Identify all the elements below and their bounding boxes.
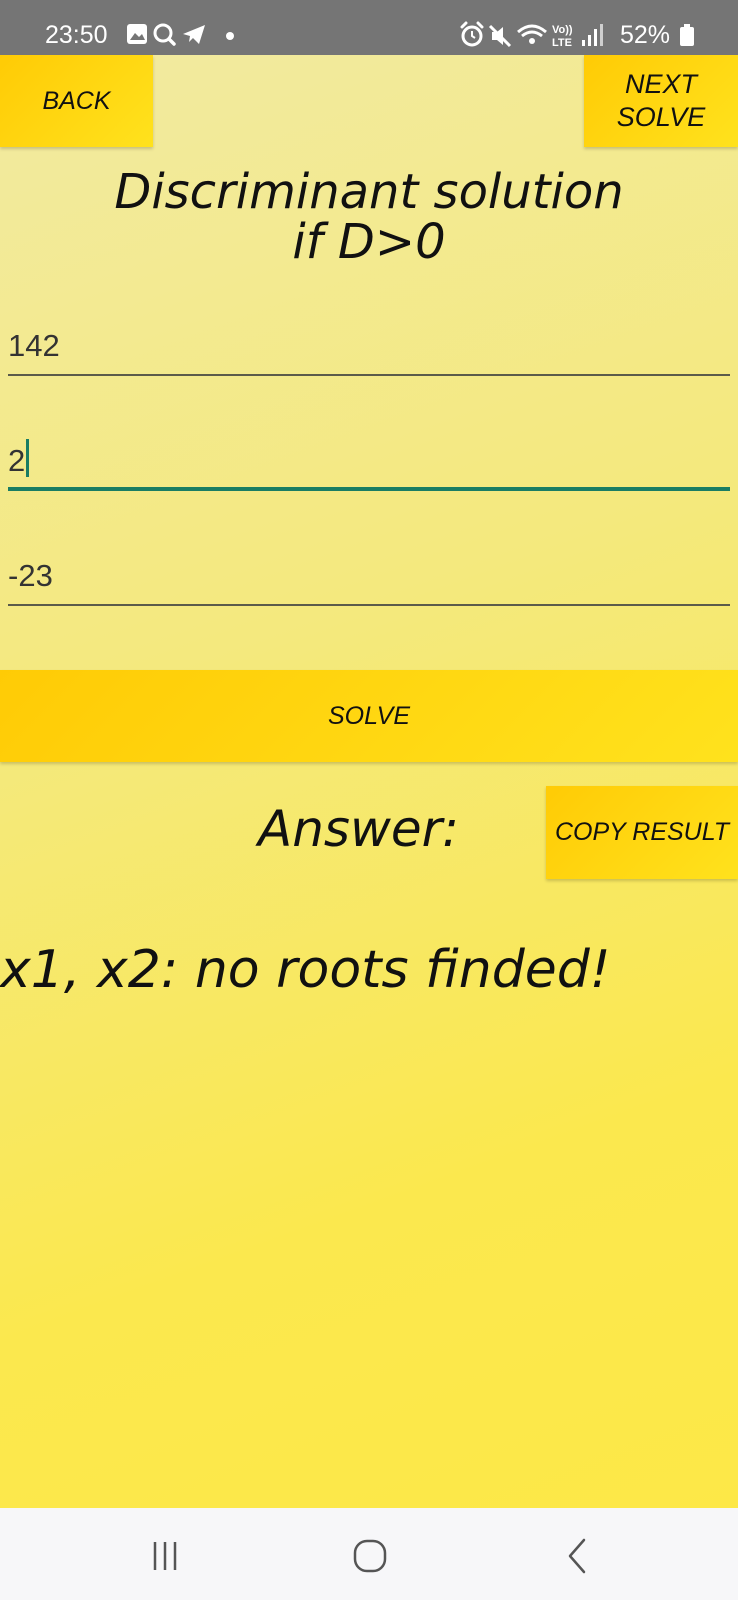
image-icon	[127, 24, 147, 44]
coefficient-b-value: 2	[8, 443, 26, 478]
wifi-icon	[517, 24, 547, 44]
home-icon[interactable]	[350, 1536, 390, 1576]
battery-percent: 52%	[620, 21, 671, 49]
page-title-line2: if D>0	[292, 214, 446, 270]
back-icon[interactable]	[558, 1536, 598, 1576]
signal-icon	[582, 24, 603, 46]
recent-apps-icon[interactable]	[145, 1536, 185, 1576]
mute-icon	[488, 24, 512, 48]
svg-text:Vo)): Vo))	[552, 24, 573, 36]
field-underline	[8, 604, 730, 606]
next-label-line2: SOLVE	[616, 102, 706, 132]
coefficient-c-input[interactable]: -23	[8, 546, 730, 606]
back-button[interactable]: BACK	[0, 55, 153, 147]
next-solve-button[interactable]: NEXT SOLVE	[584, 55, 738, 147]
solve-button-label: SOLVE	[328, 701, 410, 730]
next-label-line1: NEXT	[624, 69, 697, 99]
answer-label: Answer:	[258, 800, 460, 858]
coefficient-b-input[interactable]: 2	[8, 431, 730, 491]
copy-result-button[interactable]: COPY RESULT	[546, 786, 738, 879]
solve-button[interactable]: SOLVE	[0, 670, 738, 762]
alarm-icon	[460, 21, 484, 47]
status-left-icons	[127, 23, 234, 46]
page-title: Discriminant solution if D>0	[0, 167, 738, 267]
copy-result-label: COPY RESULT	[554, 818, 730, 846]
status-time: 23:50	[45, 21, 108, 49]
coefficient-a-input[interactable]: 142	[8, 316, 730, 376]
status-bar: 23:50 Vo)) LTE 52%	[0, 0, 738, 55]
telegram-icon	[183, 25, 205, 44]
coefficient-b-value-wrap: 2	[8, 439, 30, 479]
text-caret	[26, 439, 30, 477]
next-solve-label: NEXT SOLVE	[617, 68, 706, 134]
result-text: x1, x2: no roots finded!	[0, 940, 611, 1000]
navigation-bar	[0, 1508, 738, 1600]
coefficient-c-value: -23	[8, 558, 53, 593]
status-right-icons: Vo)) LTE	[460, 21, 603, 49]
svg-text:LTE: LTE	[552, 37, 572, 49]
dot-icon	[226, 32, 234, 40]
back-button-label: BACK	[42, 86, 111, 115]
search-icon	[153, 23, 176, 46]
field-underline-focused	[8, 487, 730, 491]
volte-icon: Vo)) LTE	[552, 24, 573, 49]
battery-icon	[680, 24, 694, 46]
coefficient-a-value: 142	[8, 328, 60, 363]
field-underline	[8, 374, 730, 376]
app-screen: BACK NEXT SOLVE Discriminant solution if…	[0, 55, 738, 1508]
page-title-line1: Discriminant solution	[114, 164, 624, 220]
